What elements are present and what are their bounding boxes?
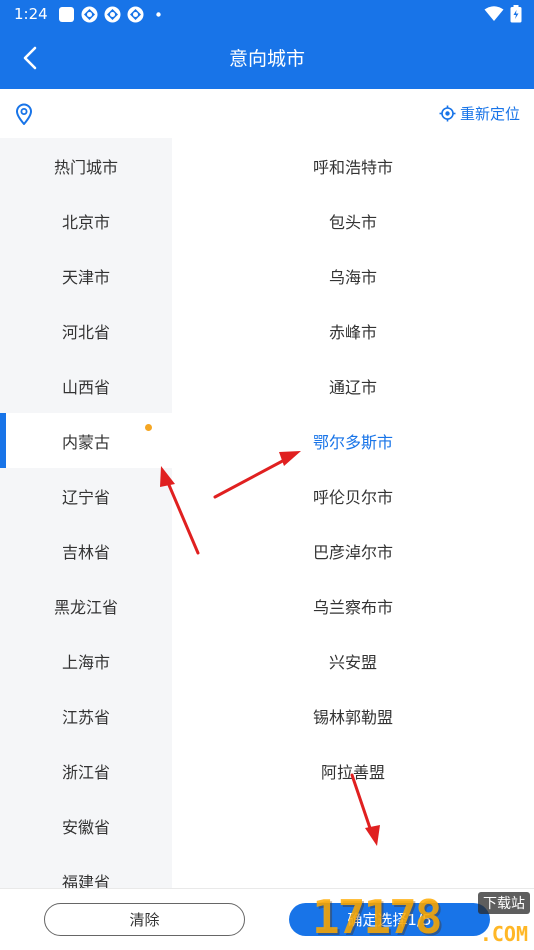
province-item[interactable]: 河北省: [0, 303, 172, 358]
bottom-action-bar: 清除 确定选择1/5: [0, 888, 534, 950]
page-title: 意向城市: [228, 48, 305, 70]
city-item[interactable]: 乌兰察布市: [172, 578, 534, 633]
province-item-active[interactable]: 内蒙古: [0, 413, 172, 468]
province-item[interactable]: 浙江省: [0, 743, 172, 798]
relocate-label: 重新定位: [459, 105, 520, 123]
status-bar: 1:24: [0, 0, 534, 28]
location-bar: 重新定位: [0, 89, 534, 138]
battery-icon: [510, 5, 522, 23]
province-item[interactable]: 福建省: [0, 853, 172, 889]
province-item[interactable]: 吉林省: [0, 523, 172, 578]
selection-badge-dot: [145, 424, 152, 431]
province-item[interactable]: 热门城市: [0, 138, 172, 193]
city-item[interactable]: 包头市: [172, 193, 534, 248]
city-item[interactable]: 呼伦贝尔市: [172, 468, 534, 523]
city-list[interactable]: 呼和浩特市 包头市 乌海市 赤峰市 通辽市 鄂尔多斯市 呼伦贝尔市 巴彦淖尔市 …: [172, 138, 534, 888]
status-time: 1:24: [14, 5, 48, 23]
province-label: 天津市: [61, 267, 110, 287]
province-label: 辽宁省: [61, 487, 110, 507]
province-label: 福建省: [61, 872, 110, 889]
province-label: 内蒙古: [61, 432, 110, 452]
province-item[interactable]: 江苏省: [0, 688, 172, 743]
province-label: 安徽省: [61, 817, 110, 837]
province-item[interactable]: 黑龙江省: [0, 578, 172, 633]
app-header: 1:24 意向城市: [0, 0, 534, 89]
province-item[interactable]: 安徽省: [0, 798, 172, 853]
city-item[interactable]: 通辽市: [172, 358, 534, 413]
city-item[interactable]: 赤峰市: [172, 303, 534, 358]
province-label: 吉林省: [61, 542, 110, 562]
app-diamond-icon: [104, 6, 121, 23]
status-system-icons: [484, 5, 522, 23]
city-item[interactable]: 巴彦淖尔市: [172, 523, 534, 578]
province-item[interactable]: 北京市: [0, 193, 172, 248]
province-item[interactable]: 辽宁省: [0, 468, 172, 523]
province-label: 黑龙江省: [53, 597, 118, 617]
province-label: 河北省: [61, 322, 110, 342]
city-item[interactable]: 阿拉善盟: [172, 743, 534, 798]
province-label: 上海市: [61, 652, 110, 672]
province-label: 北京市: [61, 212, 110, 232]
city-item[interactable]: 兴安盟: [172, 633, 534, 688]
city-item[interactable]: 乌海市: [172, 248, 534, 303]
confirm-button[interactable]: 确定选择1/5: [289, 903, 490, 936]
province-label: 江苏省: [61, 707, 110, 727]
province-label: 浙江省: [61, 762, 110, 782]
more-dot-icon: [156, 12, 161, 17]
province-item[interactable]: 山西省: [0, 358, 172, 413]
city-item-selected[interactable]: 鄂尔多斯市: [172, 413, 534, 468]
wifi-icon: [484, 6, 504, 21]
relocate-button[interactable]: 重新定位: [439, 103, 520, 124]
city-item[interactable]: 锡林郭勒盟: [172, 688, 534, 743]
clear-button[interactable]: 清除: [44, 903, 245, 936]
app-diamond-icon: [127, 6, 144, 23]
province-item[interactable]: 上海市: [0, 633, 172, 688]
app-diamond-icon: [81, 6, 98, 23]
app-square-icon: [59, 7, 74, 22]
status-notification-icons: [58, 6, 167, 23]
province-item[interactable]: 天津市: [0, 248, 172, 303]
location-pin-icon[interactable]: [14, 103, 34, 125]
province-list[interactable]: 热门城市 北京市 天津市 河北省 山西省 内蒙古 辽宁省 吉林省 黑龙江省 上海…: [0, 138, 172, 888]
province-label: 山西省: [61, 377, 110, 397]
city-item[interactable]: 呼和浩特市: [172, 138, 534, 193]
target-icon: [439, 105, 456, 122]
province-label: 热门城市: [53, 157, 118, 177]
